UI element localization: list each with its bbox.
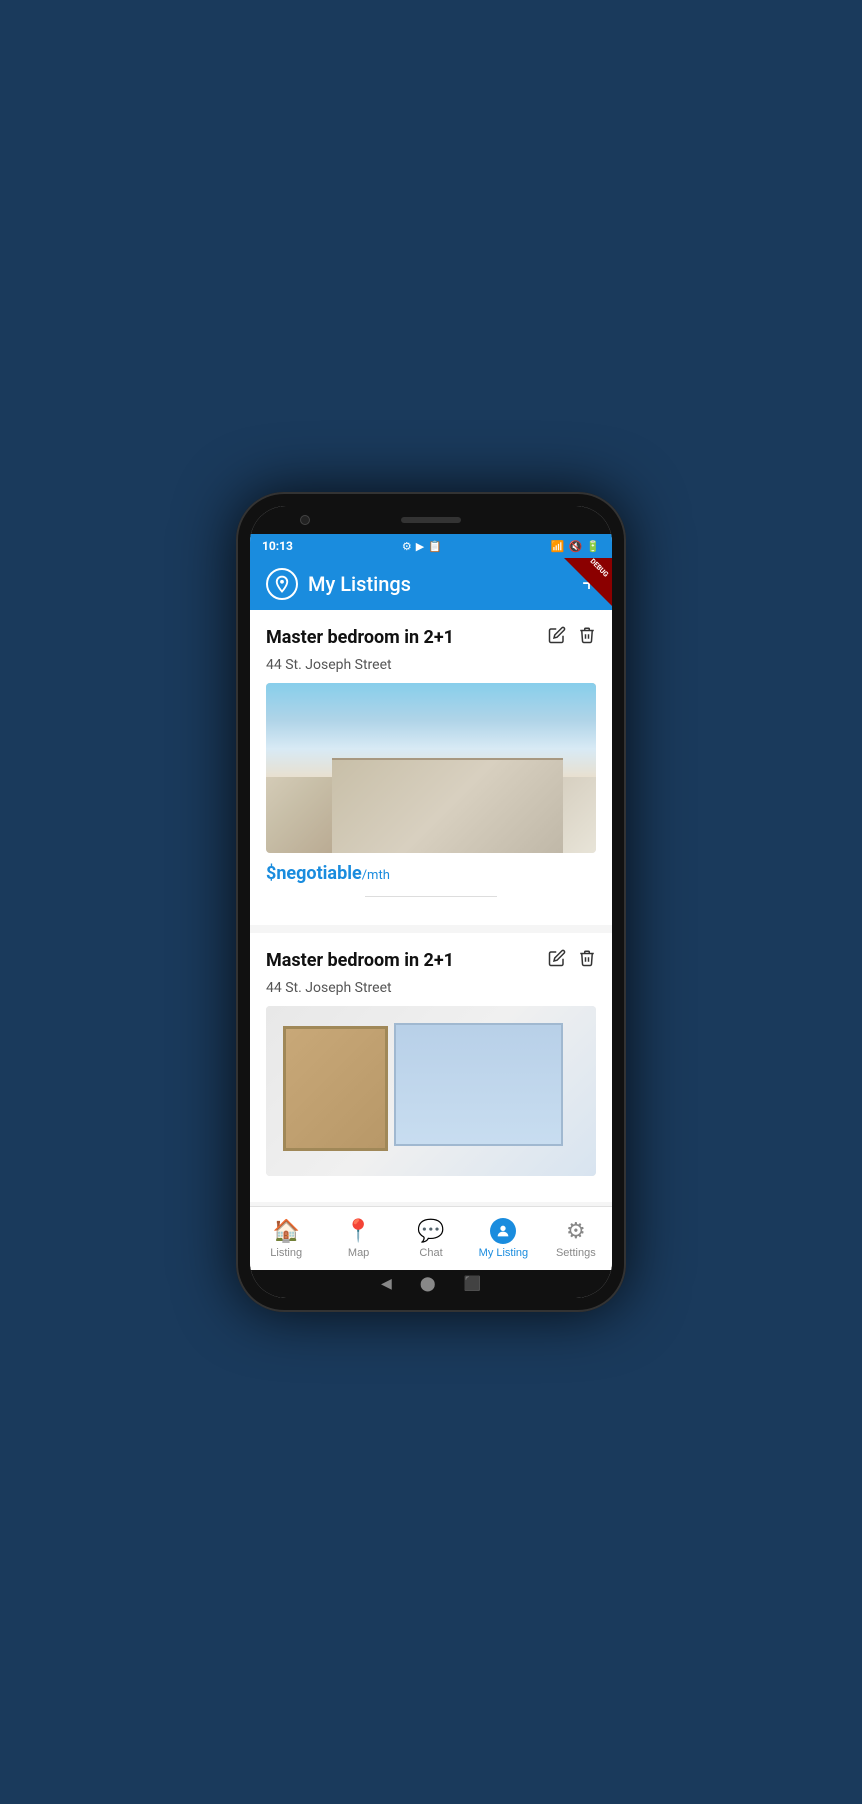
wifi-icon: 📶 <box>551 540 565 553</box>
recents-button[interactable]: ⬛ <box>464 1276 481 1292</box>
home-button[interactable]: ⬤ <box>420 1276 436 1292</box>
listing-1-price-text: $negotiable <box>266 863 362 884</box>
status-time: 10:13 <box>262 539 293 553</box>
sound-icon: 🔇 <box>569 540 583 553</box>
listing-1-header: Master bedroom in 2+1 <box>266 626 596 649</box>
listing-1-price-unit: /mth <box>362 868 390 883</box>
my-listing-avatar <box>490 1218 516 1244</box>
listing-1-edit-button[interactable] <box>548 626 566 649</box>
phone-bottom-bar: ◀ ⬤ ⬛ <box>250 1270 612 1298</box>
status-bar: 10:13 ⚙ ▶ 📋 📶 🔇 🔋 <box>250 534 612 558</box>
listing-1-address: 44 St. Joseph Street <box>266 657 596 673</box>
nav-chat-label: Chat <box>419 1247 442 1259</box>
nav-my-listing-label: My Listing <box>479 1247 529 1259</box>
listing-2-image <box>266 1006 596 1176</box>
listing-1-title: Master bedroom in 2+1 <box>266 627 454 648</box>
nav-map-label: Map <box>348 1247 369 1259</box>
bottom-nav: 🏠 Listing 📍 Map 💬 Chat <box>250 1206 612 1270</box>
play-status-icon: ▶ <box>416 540 424 553</box>
bedroom-image <box>266 1006 596 1176</box>
listing-1-divider <box>365 896 497 897</box>
settings-status-icon: ⚙ <box>402 540 412 553</box>
listing-2-edit-button[interactable] <box>548 949 566 972</box>
phone-frame: 10:13 ⚙ ▶ 📋 📶 🔇 🔋 My Li <box>236 492 626 1312</box>
listing-2-header: Master bedroom in 2+1 <box>266 949 596 972</box>
phone-screen: 10:13 ⚙ ▶ 📋 📶 🔇 🔋 My Li <box>250 506 612 1298</box>
camera-dot <box>300 515 310 525</box>
listing-card-2: Master bedroom in 2+1 <box>250 933 612 1202</box>
map-icon: 📍 <box>345 1218 372 1244</box>
app-header: My Listings + DEBUG <box>250 558 612 610</box>
listing-2-actions <box>548 949 596 972</box>
listing-1-delete-button[interactable] <box>578 626 596 649</box>
home-icon: 🏠 <box>273 1218 300 1244</box>
header-title: My Listings <box>308 572 411 596</box>
status-right-icons: 📶 🔇 🔋 <box>551 540 600 553</box>
app-logo-icon <box>266 568 298 600</box>
nav-my-listing[interactable]: My Listing <box>467 1207 539 1270</box>
settings-nav-icon: ⚙ <box>566 1218 586 1244</box>
nav-chat[interactable]: 💬 Chat <box>395 1207 467 1270</box>
listing-1-price: $negotiable/mth <box>266 863 596 884</box>
nav-listing[interactable]: 🏠 Listing <box>250 1207 322 1270</box>
kitchen-image <box>266 683 596 853</box>
header-left: My Listings <box>266 568 411 600</box>
listing-1-image <box>266 683 596 853</box>
debug-badge-triangle <box>564 558 612 606</box>
back-button[interactable]: ◀ <box>381 1276 392 1292</box>
chat-icon: 💬 <box>417 1218 444 1244</box>
status-icons: ⚙ ▶ 📋 <box>402 540 442 553</box>
listing-2-delete-button[interactable] <box>578 949 596 972</box>
nav-settings[interactable]: ⚙ Settings <box>540 1207 612 1270</box>
listing-2-title: Master bedroom in 2+1 <box>266 950 454 971</box>
nav-map[interactable]: 📍 Map <box>322 1207 394 1270</box>
nav-settings-label: Settings <box>556 1247 596 1259</box>
listing-1-actions <box>548 626 596 649</box>
nav-listing-label: Listing <box>270 1247 302 1259</box>
phone-top-bar <box>250 506 612 534</box>
speaker <box>401 517 461 523</box>
content-area: Master bedroom in 2+1 <box>250 610 612 1206</box>
clipboard-status-icon: 📋 <box>428 540 442 553</box>
battery-icon: 🔋 <box>586 540 600 553</box>
listing-card-1: Master bedroom in 2+1 <box>250 610 612 925</box>
listing-2-address: 44 St. Joseph Street <box>266 980 596 996</box>
